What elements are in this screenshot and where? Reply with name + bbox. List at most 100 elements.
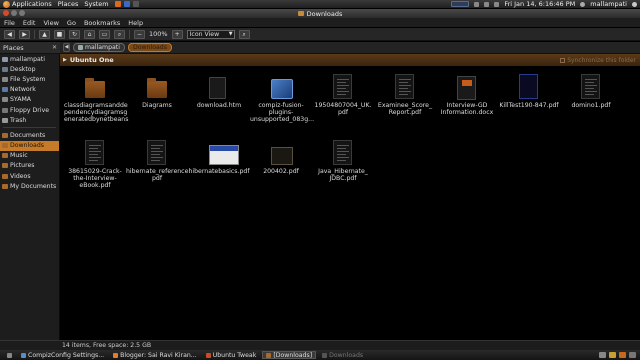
workspace-icon[interactable]	[629, 352, 636, 358]
workspace-icon[interactable]	[619, 352, 626, 358]
sidebar-item-mallampati[interactable]: mallampati	[0, 54, 59, 64]
menu-bookmarks[interactable]: Bookmarks	[84, 19, 120, 27]
sidebar-item-videos[interactable]: Videos	[0, 171, 59, 181]
sidebar-item-label: Documents	[10, 131, 46, 139]
sidebar-item-trash[interactable]: Trash	[0, 115, 59, 125]
close-sidebar-icon[interactable]: ✕	[52, 44, 57, 51]
sidebar-item-label: Music	[10, 152, 28, 160]
ubuntu-one-banner: ▶ Ubuntu One Synchronize this folder	[60, 54, 640, 66]
forward-button[interactable]: ▶	[19, 29, 30, 39]
sidebar: mallampati Desktop File System Network SYAMA…	[0, 54, 60, 340]
up-button[interactable]: ▲	[39, 29, 50, 39]
file-item[interactable]: hibernatebasics.pdf	[188, 140, 250, 175]
sync-checkbox[interactable]: Synchronize this folder	[560, 57, 636, 64]
sidebar-item-floppy-drive[interactable]: Floppy Drive	[0, 105, 59, 115]
sidebar-item-label: Pictures	[10, 162, 35, 170]
ubuntu-logo-icon[interactable]	[3, 0, 10, 8]
menu-help[interactable]: Help	[128, 19, 143, 27]
file-name: hibernate_reference. pdf	[126, 168, 191, 183]
file-item[interactable]: Examinee_Score_ Report.pdf	[374, 74, 436, 116]
taskbar-task[interactable]: [Downloads]	[262, 351, 317, 359]
sidebar-item-label: mallampati	[10, 55, 45, 63]
menu-go[interactable]: Go	[67, 19, 76, 27]
zoom-in-button[interactable]: +	[171, 29, 183, 39]
zoom-out-button[interactable]: −	[134, 29, 145, 39]
file-item[interactable]: 19504807004_UK. pdf	[312, 74, 374, 116]
file-item[interactable]: Interview-GD Information.docx	[436, 74, 498, 116]
home-button[interactable]: ⌂	[84, 29, 95, 39]
sidebar-item-music[interactable]: Music	[0, 151, 59, 161]
network-tray-icon[interactable]	[474, 1, 480, 7]
taskbar-task[interactable]: Blogger: Sai Ravi Kiran...	[110, 351, 200, 359]
view-mode-select[interactable]: Icon View ▼	[186, 29, 235, 39]
sidebar-item-downloads[interactable]: Downloads	[0, 140, 59, 151]
pdf-file-icon	[519, 74, 539, 100]
workspace-icon[interactable]	[609, 352, 616, 358]
file-item[interactable]: Diagrams	[126, 74, 188, 109]
status-bar-left	[0, 340, 60, 350]
crumb-home[interactable]: mallampati	[73, 43, 125, 52]
trash-icon	[2, 117, 8, 123]
file-item[interactable]: hibernate_reference. pdf	[126, 140, 191, 183]
show-desktop-button[interactable]	[4, 351, 15, 359]
window-titlebar[interactable]: Downloads	[0, 9, 640, 18]
volume-tray-icon[interactable]	[484, 1, 490, 7]
file-item[interactable]: classdiagramsandde pendencydiagramsg ene…	[64, 74, 128, 124]
sidebar-item-pictures[interactable]: Pictures	[0, 161, 59, 171]
checkbox-icon	[560, 57, 566, 63]
menu-edit[interactable]: Edit	[23, 19, 36, 27]
sidebar-title[interactable]: Places	[3, 44, 24, 52]
help-launcher-icon[interactable]	[123, 1, 130, 7]
menu-file[interactable]: File	[4, 19, 15, 27]
stop-button[interactable]: ■	[54, 29, 65, 39]
workspace-icon[interactable]	[599, 352, 606, 358]
file-item[interactable]: 38615029-Crack- the-Interview- eBook.pdf	[64, 140, 126, 190]
sidebar-item-file-system[interactable]: File System	[0, 74, 59, 84]
reload-button[interactable]: ↻	[69, 29, 80, 39]
mail-tray-icon[interactable]	[494, 1, 500, 7]
sidebar-item-my-documents[interactable]: My Documents	[0, 181, 59, 191]
sidebar-item-label: Network	[10, 86, 36, 94]
file-item[interactable]: KillTest190-847.pdf	[498, 74, 560, 109]
user-name[interactable]: mallampati	[590, 0, 627, 8]
folder-icon	[85, 74, 105, 100]
task-label: CompizConfig Settings...	[28, 351, 105, 359]
taskbar-task[interactable]: CompizConfig Settings...	[18, 351, 107, 359]
crumb-downloads[interactable]: Downloads	[127, 43, 172, 52]
file-view: ▶ Ubuntu One Synchronize this folder cla…	[60, 54, 640, 340]
sidebar-separator	[3, 127, 56, 129]
menu-view[interactable]: View	[43, 19, 58, 27]
file-item[interactable]: 200402.pdf	[250, 140, 312, 175]
sidebar-item-syama[interactable]: SYAMA	[0, 95, 59, 105]
package-icon	[271, 74, 293, 100]
back-button[interactable]: ◀	[4, 29, 15, 39]
clock[interactable]: Fri Jan 14, 6:16:46 PM	[504, 0, 575, 8]
sidebar-item-label: SYAMA	[10, 96, 32, 104]
expand-triangle-icon[interactable]: ▶	[63, 57, 67, 63]
pdf-file-icon	[85, 140, 105, 166]
search-icon[interactable]: ⌕	[238, 29, 250, 39]
minimize-window-button[interactable]	[11, 10, 17, 16]
path-left-arrow-button[interactable]: ◀	[63, 43, 70, 52]
sidebar-item-desktop[interactable]: Desktop	[0, 64, 59, 74]
menu-system[interactable]: System	[84, 0, 108, 8]
file-item[interactable]: download.htm	[188, 74, 250, 109]
sidebar-item-network[interactable]: Network	[0, 85, 59, 95]
file-item[interactable]: compiz-fusion- plugins- unsupported_083g…	[250, 74, 314, 124]
taskbar-task[interactable]: Downloads	[319, 351, 366, 359]
terminal-launcher-icon[interactable]	[132, 1, 139, 7]
workspace-switcher[interactable]	[451, 1, 470, 7]
file-item[interactable]: Java_Hibernate_ JDBC.pdf	[312, 140, 374, 182]
search-button[interactable]: ⌕	[114, 29, 125, 39]
close-window-button[interactable]	[3, 10, 9, 16]
menu-applications[interactable]: Applications	[12, 0, 52, 8]
menu-places[interactable]: Places	[58, 0, 79, 8]
app-icon	[113, 352, 119, 358]
firefox-launcher-icon[interactable]	[114, 1, 121, 7]
power-icon[interactable]	[632, 1, 637, 7]
maximize-window-button[interactable]	[19, 10, 25, 16]
computer-button[interactable]: ▭	[99, 29, 110, 39]
file-item[interactable]: domino1.pdf	[560, 74, 622, 109]
sidebar-item-documents[interactable]: Documents	[0, 130, 59, 140]
taskbar-task[interactable]: Ubuntu Tweak	[203, 351, 260, 359]
